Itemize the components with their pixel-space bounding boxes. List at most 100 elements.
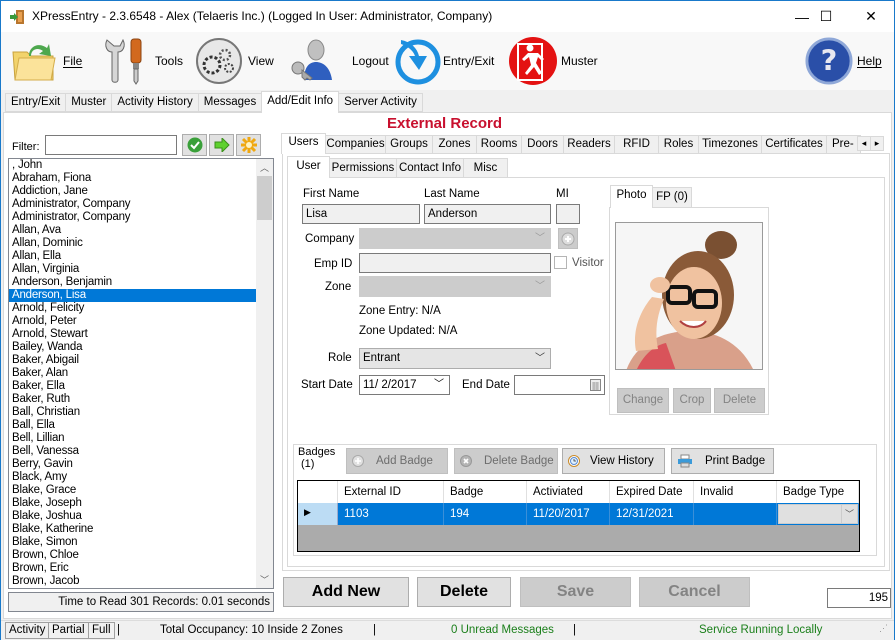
tab-misc[interactable]: Misc (463, 158, 508, 178)
list-item[interactable]: Ball, Christian (9, 406, 257, 419)
tab-messages[interactable]: Messages (197, 93, 263, 112)
tab-contact-info[interactable]: Contact Info (396, 158, 464, 178)
list-item[interactable]: Blake, Joseph (9, 497, 257, 510)
start-date-picker[interactable]: 11/ 2/2017 ﹀ (359, 375, 450, 395)
list-item[interactable]: Allan, Ava (9, 224, 257, 237)
list-item[interactable]: Baker, Ruth (9, 393, 257, 406)
cell-expired[interactable]: 12/31/2021 (610, 503, 694, 525)
unread-messages-status[interactable]: 0 Unread Messages (451, 624, 554, 636)
end-date-picker[interactable] (514, 375, 605, 395)
go-button[interactable] (209, 134, 234, 156)
list-item[interactable]: Anderson, Benjamin (9, 276, 257, 289)
scroll-thumb[interactable] (257, 176, 272, 220)
list-item[interactable]: Bell, Vanessa (9, 445, 257, 458)
list-item[interactable]: Ball, Ella (9, 419, 257, 432)
last-name-field[interactable]: Anderson (424, 204, 551, 224)
tab-companies[interactable]: Companies (325, 135, 386, 154)
tab-zones[interactable]: Zones (432, 135, 477, 154)
tab-add-edit-info[interactable]: Add/Edit Info (261, 91, 340, 113)
delete-badge-button[interactable]: Delete Badge (454, 448, 558, 474)
cell-external-id[interactable]: 1103 (338, 503, 444, 525)
list-item[interactable]: Arnold, Stewart (9, 328, 257, 341)
list-item[interactable]: , John (9, 159, 257, 172)
user-list-scrollbar[interactable]: ︿ ﹀ (256, 159, 273, 588)
mi-field[interactable] (556, 204, 580, 224)
list-item[interactable]: Blake, Joshua (9, 510, 257, 523)
list-item[interactable]: Bailey, Wanda (9, 341, 257, 354)
role-select[interactable]: Entrant ﹀ (359, 348, 551, 369)
toolbar-entry-exit-button[interactable]: Entry/Exit (393, 32, 494, 90)
cancel-button[interactable]: Cancel (639, 577, 750, 607)
column-activated[interactable]: Activiated (527, 481, 610, 503)
delete-photo-button[interactable]: Delete (714, 388, 765, 413)
list-item[interactable]: Abraham, Fiona (9, 172, 257, 185)
view-history-button[interactable]: View History (562, 448, 665, 474)
partial-button[interactable]: Partial (48, 622, 89, 639)
list-item[interactable]: Blake, Katherine (9, 523, 257, 536)
zone-select[interactable]: ﹀ (359, 276, 551, 297)
tab-readers[interactable]: Readers (563, 135, 615, 154)
save-button[interactable]: Save (520, 577, 631, 607)
column-external-id[interactable]: External ID (338, 481, 444, 503)
tab-activity-history[interactable]: Activity History (111, 93, 199, 112)
scroll-up-icon[interactable]: ︿ (256, 159, 273, 176)
resize-grip-icon[interactable]: ⋰ (879, 623, 888, 634)
emp-id-field[interactable] (359, 253, 551, 273)
row-selector[interactable]: ▶ (298, 503, 338, 525)
list-item[interactable]: Blake, Grace (9, 484, 257, 497)
tab-roles[interactable]: Roles (658, 135, 699, 154)
visitor-checkbox[interactable] (554, 256, 567, 269)
first-name-field[interactable]: Lisa (302, 204, 420, 224)
toolbar-logout-button[interactable]: Logout (288, 32, 389, 90)
change-photo-button[interactable]: Change (617, 388, 669, 413)
add-badge-button[interactable]: Add Badge (346, 448, 448, 474)
tab-users[interactable]: Users (281, 133, 326, 154)
tab-doors[interactable]: Doors (521, 135, 564, 154)
list-item[interactable]: Baker, Alan (9, 367, 257, 380)
cell-badge[interactable]: 194 (444, 503, 527, 525)
close-button[interactable]: ✕ (848, 1, 894, 32)
tab-rfid[interactable]: RFID (614, 135, 659, 154)
list-item[interactable]: Baker, Abigail (9, 354, 257, 367)
tab-user[interactable]: User (287, 156, 330, 178)
toolbar-muster-button[interactable]: Muster (508, 32, 598, 90)
maximize-button[interactable]: ☐ (803, 1, 849, 32)
toolbar-file-button[interactable]: File (9, 32, 82, 90)
clear-filter-button[interactable] (236, 134, 261, 156)
column-badge-type[interactable]: Badge Type (777, 481, 859, 503)
tab-server-activity[interactable]: Server Activity (338, 93, 423, 112)
badge-type-select[interactable]: ﹀ (778, 504, 858, 524)
add-company-button[interactable] (558, 228, 578, 249)
list-item[interactable]: Administrator, Company (9, 198, 257, 211)
list-item[interactable]: Allan, Virginia (9, 263, 257, 276)
activity-button[interactable]: Activity (5, 622, 50, 639)
list-item[interactable]: Blake, Simon (9, 536, 257, 549)
tab-permissions[interactable]: Permissions (329, 158, 397, 178)
list-item[interactable]: Brown, Eric (9, 562, 257, 575)
tab-pre-f[interactable]: Pre-F (826, 135, 861, 154)
full-button[interactable]: Full (88, 622, 115, 639)
list-item[interactable]: Administrator, Company (9, 211, 257, 224)
list-item[interactable]: Brown, Jacob (9, 575, 257, 588)
apply-filter-button[interactable] (182, 134, 207, 156)
tab-certificates[interactable]: Certificates (761, 135, 827, 154)
list-item[interactable]: Brown, Chloe (9, 549, 257, 562)
tab-rooms[interactable]: Rooms (476, 135, 522, 154)
toolbar-tools-button[interactable]: Tools (101, 32, 183, 90)
list-item[interactable]: Arnold, Felicity (9, 302, 257, 315)
cell-activated[interactable]: 11/20/2017 (527, 503, 610, 525)
delete-button[interactable]: Delete (417, 577, 511, 607)
list-item[interactable]: Anderson, Lisa (9, 289, 257, 302)
tab-photo[interactable]: Photo (610, 185, 653, 208)
tab-scroll-left-button[interactable]: ◂ (857, 136, 871, 151)
cell-badge-type[interactable]: ﹀ (777, 503, 859, 525)
print-badge-button[interactable]: Print Badge (671, 448, 774, 474)
tab-groups[interactable]: Groups (385, 135, 433, 154)
add-new-button[interactable]: Add New (283, 577, 409, 607)
company-select[interactable]: ﹀ (359, 228, 551, 249)
record-number-field[interactable]: 195 (827, 588, 891, 608)
toolbar-help-button[interactable]: ? Help (805, 32, 882, 90)
tab-fp[interactable]: FP (0) (652, 187, 692, 208)
list-item[interactable]: Addiction, Jane (9, 185, 257, 198)
list-item[interactable]: Berry, Gavin (9, 458, 257, 471)
